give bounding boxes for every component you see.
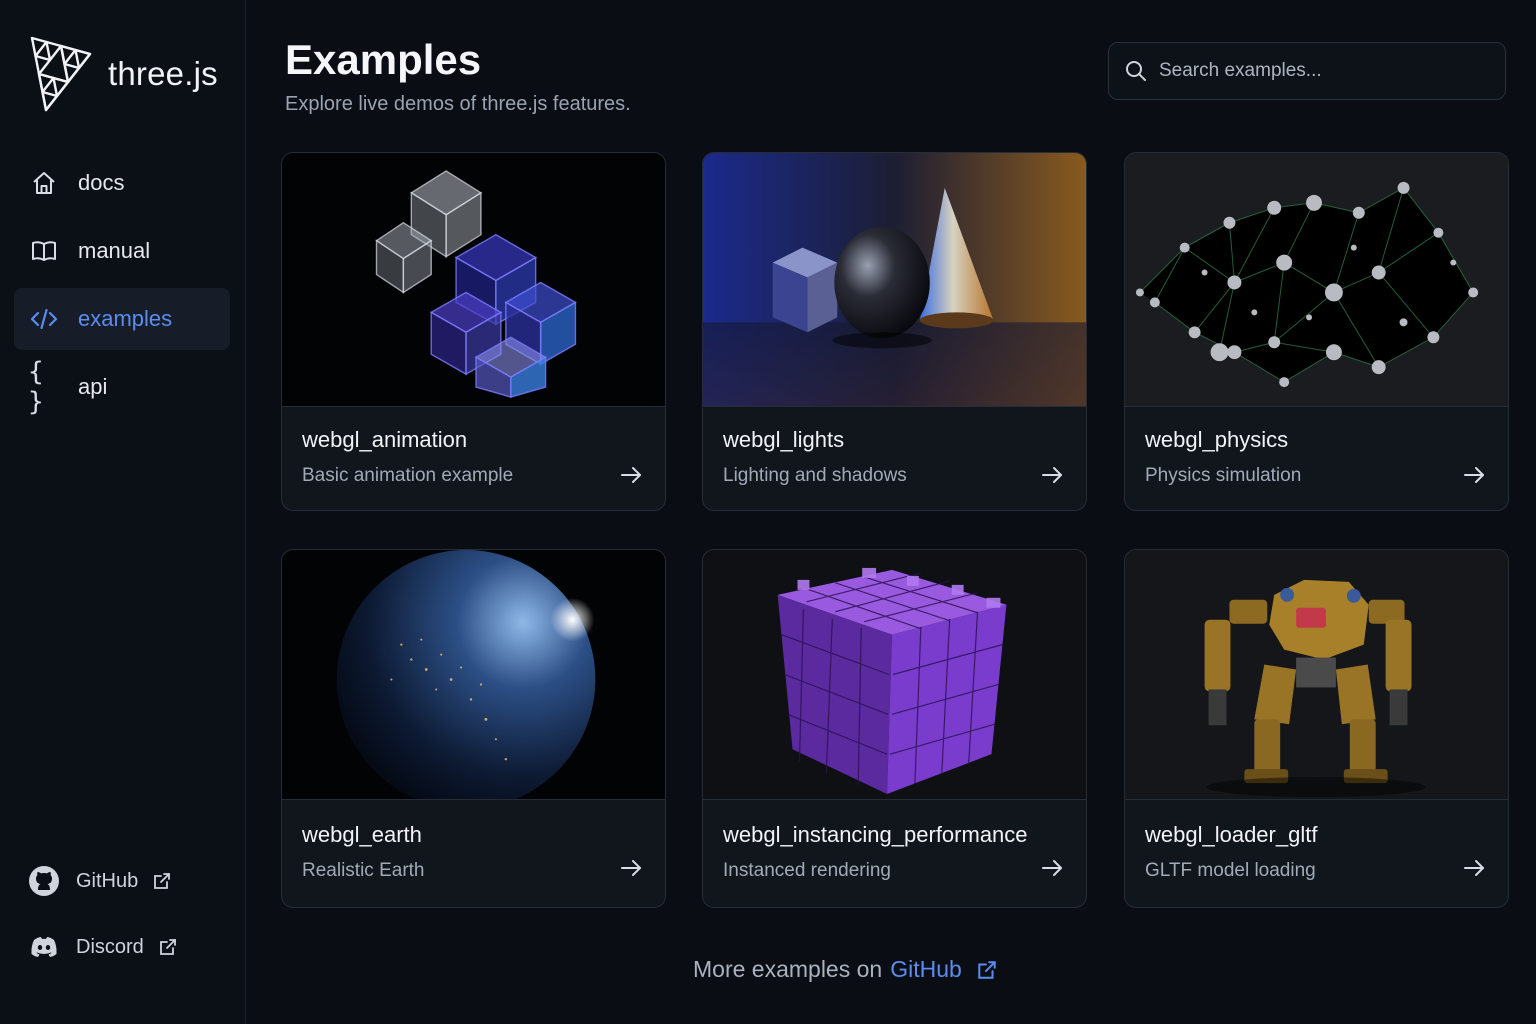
example-description: Realistic Earth [302, 860, 425, 881]
brand-name: three.js [108, 55, 218, 92]
example-thumbnail [703, 153, 1086, 407]
example-name: webgl_earth [302, 822, 422, 847]
example-card-webgl-loader-gltf[interactable]: webgl_loader_gltf GLTF model loading [1124, 549, 1509, 908]
arrow-right-icon [1042, 860, 1062, 876]
arrow-right-icon [1042, 467, 1062, 483]
page-title: Examples [285, 36, 482, 83]
sidebar-item-label: api [78, 374, 108, 399]
threejs-logo-icon [30, 36, 92, 112]
sidebar-item-examples[interactable]: examples [14, 288, 230, 350]
brand-logo[interactable]: three.js [28, 34, 218, 114]
example-description: Basic animation example [302, 465, 514, 486]
more-examples: More examples on GitHub [693, 956, 998, 983]
arrow-right-icon [1464, 860, 1484, 876]
example-info: webgl_animation Basic animation example [282, 407, 665, 510]
sidebar-item-docs[interactable]: docs [14, 152, 230, 214]
github-examples-link[interactable]: GitHub [890, 956, 962, 983]
discord-link-label: Discord [76, 935, 144, 958]
github-link-label: GitHub [76, 869, 139, 892]
arrow-right-icon [621, 467, 641, 483]
sidebar: three.js docs manual examples {} api Gi… [0, 0, 246, 1024]
github-icon [29, 866, 59, 896]
example-thumbnail [1125, 550, 1508, 800]
sidebar-item-label: manual [78, 238, 151, 263]
example-description: Lighting and shadows [723, 465, 907, 486]
arrow-right-icon [1464, 467, 1484, 483]
example-description: Physics simulation [1145, 465, 1302, 486]
sidebar-item-label: docs [78, 170, 125, 195]
example-name: webgl_animation [302, 427, 468, 452]
example-name: webgl_lights [723, 427, 845, 452]
sidebar-item-label: examples [78, 306, 173, 331]
search-icon [1126, 61, 1146, 81]
example-card-webgl-lights[interactable]: webgl_lights Lighting and shadows [702, 152, 1087, 511]
example-info: webgl_instancing_performance Instanced r… [703, 800, 1086, 907]
example-info: webgl_loader_gltf GLTF model loading [1125, 800, 1508, 907]
external-links: GitHub Discord [28, 856, 178, 988]
arrow-right-icon [621, 860, 641, 876]
example-info: webgl_lights Lighting and shadows [703, 407, 1086, 510]
search-box[interactable] [1108, 42, 1506, 100]
external-link-icon [978, 960, 996, 979]
sidebar-nav: docs manual examples { } api [14, 152, 230, 424]
sidebar-item-api[interactable]: { } api [14, 356, 230, 418]
search-input[interactable] [1159, 60, 1479, 82]
braces-icon: { } [28, 357, 44, 417]
example-thumbnail [703, 550, 1086, 800]
book-icon [28, 235, 60, 267]
example-card-webgl-earth[interactable]: webgl_earth Realistic Earth [281, 549, 666, 908]
code-icon [28, 303, 60, 335]
example-description: GLTF model loading [1145, 860, 1316, 881]
example-name: webgl_physics [1145, 427, 1289, 452]
example-card-webgl-animation[interactable]: webgl_animation Basic animation example [281, 152, 666, 511]
external-link-icon [159, 939, 176, 955]
home-icon [28, 167, 60, 199]
discord-icon [31, 937, 57, 957]
discord-link[interactable]: Discord [28, 922, 178, 972]
example-name: webgl_loader_gltf [1145, 822, 1318, 847]
example-name: webgl_instancing_performance [723, 822, 1028, 847]
example-thumbnail [282, 153, 665, 407]
example-info: webgl_physics Physics simulation [1125, 407, 1508, 510]
example-card-webgl-instancing-performance[interactable]: webgl_instancing_performance Instanced r… [702, 549, 1087, 908]
example-info: webgl_earth Realistic Earth [282, 800, 665, 907]
example-card-webgl-physics[interactable]: webgl_physics Physics simulation [1124, 152, 1509, 511]
github-link[interactable]: GitHub [28, 856, 178, 906]
sidebar-item-manual[interactable]: manual [14, 220, 230, 282]
page-subtitle: Explore live demos of three.js features. [285, 93, 631, 115]
example-thumbnail [1125, 153, 1508, 407]
example-description: Instanced rendering [723, 860, 891, 881]
example-thumbnail [282, 550, 665, 800]
more-examples-text: More examples on [693, 956, 883, 982]
external-link-icon [154, 873, 171, 889]
